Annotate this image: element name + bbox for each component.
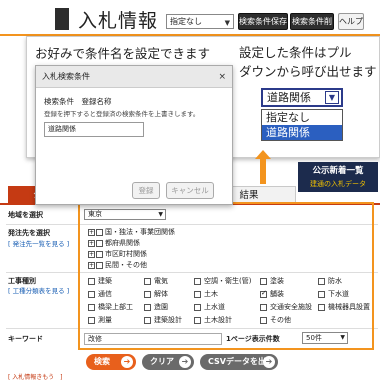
chevron-down-icon: ▼	[325, 91, 339, 104]
close-icon[interactable]: ×	[218, 66, 226, 88]
banner-title: 公示新着一覧	[312, 166, 364, 176]
callout-right-caption: 設定した条件はプル ダウンから呼び出せます	[239, 45, 377, 79]
dropdown-options: 指定なし 道路関係	[261, 109, 343, 141]
arrow-right-icon: ➔	[263, 356, 275, 368]
orderer-list-link[interactable]: [ 発注先一覧を見る ]	[8, 238, 69, 248]
dropdown-option-selected[interactable]: 道路関係	[262, 125, 342, 140]
register-button[interactable]: 登録	[132, 182, 160, 199]
csv-export-button[interactable]: CSVデータを出力 ➔	[200, 354, 278, 370]
keyword-label: キーワード	[8, 335, 43, 343]
delete-condition-button[interactable]: 検索条件削除	[290, 13, 334, 41]
new-announcements-banner[interactable]: 公示新着一覧 建通の入札データ	[298, 162, 378, 192]
orderer-label: 発注先を選択	[8, 229, 50, 237]
saved-condition-value: 指定なし	[170, 17, 202, 26]
page-title: 入札情報	[78, 10, 159, 32]
clear-button[interactable]: クリア ➔	[142, 354, 194, 370]
worktype-table-link[interactable]: [ 工種分類表を見る ]	[8, 285, 69, 295]
dialog-title: 入札検索条件	[42, 72, 90, 81]
saved-condition-dropdown[interactable]: 道路関係 ▼	[261, 88, 343, 107]
callout-left-caption: お好みで条件名を設定できます	[35, 46, 211, 61]
region-label: 地域を選択	[8, 211, 43, 219]
dialog-note: 登録を押下すると登録済の検索条件を上書きします。	[44, 110, 200, 118]
dialog-header: 入札検索条件 ×	[36, 66, 232, 88]
chevron-down-icon: ▼	[224, 19, 230, 27]
arrow-right-icon: ➔	[121, 356, 133, 368]
saved-condition-select[interactable]: 指定なし ▼	[166, 14, 234, 29]
help-button[interactable]: ヘルプ	[338, 13, 364, 30]
search-button[interactable]: 検索 ➔	[86, 354, 136, 370]
condition-name-input[interactable]: 道路関係	[44, 122, 144, 137]
brand-mark	[55, 8, 69, 30]
highlight-frame	[78, 202, 374, 350]
page-header: 入札情報 指定なし ▼ 検索条件保存 検索条件削除 ヘルプ	[0, 0, 380, 41]
cancel-button[interactable]: キャンセル	[166, 182, 214, 199]
dropdown-value: 道路関係	[267, 91, 311, 104]
dropdown-option[interactable]: 指定なし	[262, 110, 342, 125]
banner-subtitle: 建通の入札データ	[310, 180, 366, 188]
footer-link[interactable]: [ 入札情報きもう ]	[8, 372, 62, 380]
callout-panel: お好みで条件名を設定できます 設定した条件はプル ダウンから呼び出せます 入札検…	[26, 36, 380, 205]
arrow-up-icon	[255, 150, 271, 184]
arrow-right-icon: ➔	[179, 356, 191, 368]
dialog-field-label: 検索条件 登録名称	[44, 97, 112, 106]
save-condition-button[interactable]: 検索条件保存	[238, 13, 288, 30]
save-condition-dialog: 入札検索条件 × 検索条件 登録名称 登録を押下すると登録済の検索条件を上書きし…	[35, 65, 233, 205]
